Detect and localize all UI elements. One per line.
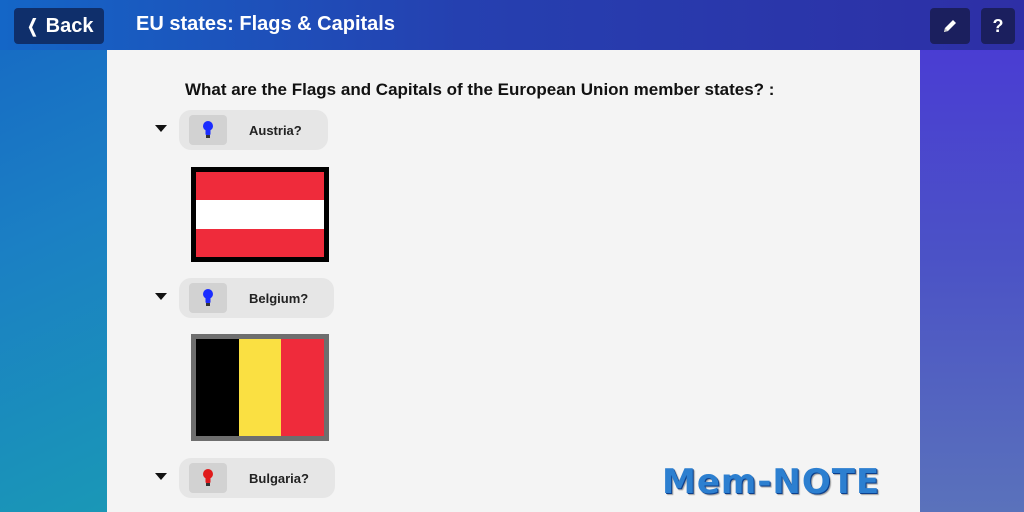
content-panel: What are the Flags and Capitals of the E… [107, 50, 920, 512]
top-bar: ❮ Back EU states: Flags & Capitals ? [0, 0, 1024, 50]
flag-stripe [196, 172, 324, 200]
flag-stripe [196, 200, 324, 229]
background-right [920, 0, 1024, 512]
flag-stripe [196, 339, 239, 436]
reveal-button-belgium[interactable]: Belgium? [179, 278, 335, 318]
reveal-button-bulgaria[interactable]: Bulgaria? [179, 458, 335, 498]
caret-down-icon[interactable] [155, 473, 167, 480]
flag-stripe [238, 339, 282, 436]
lightbulb-icon [203, 121, 213, 138]
bulb-button[interactable] [189, 283, 227, 313]
flag-stripe [281, 339, 325, 436]
flag-austria [191, 167, 329, 262]
back-button[interactable]: ❮ Back [14, 8, 104, 44]
page-title: EU states: Flags & Capitals [136, 13, 395, 35]
back-label: Back [45, 14, 94, 37]
pencil-icon [944, 20, 956, 32]
item-label: Belgium? [249, 290, 309, 306]
item-label: Austria? [249, 122, 302, 138]
question-text: What are the Flags and Capitals of the E… [185, 80, 775, 99]
reveal-button-austria[interactable]: Austria? [179, 110, 328, 150]
flag-stripe [196, 229, 324, 257]
edit-button[interactable] [930, 8, 970, 44]
caret-down-icon[interactable] [155, 125, 167, 132]
lightbulb-icon [203, 289, 213, 306]
caret-down-icon[interactable] [155, 293, 167, 300]
bulb-button[interactable] [189, 115, 227, 145]
help-button[interactable]: ? [981, 8, 1015, 44]
bulb-button[interactable] [189, 463, 227, 493]
item-label: Bulgaria? [249, 470, 309, 486]
flag-belgium [191, 334, 329, 441]
mem-note-logo: Mem-NOTE [662, 462, 881, 502]
lightbulb-icon [203, 469, 213, 486]
chevron-left-icon: ❮ [26, 15, 38, 36]
